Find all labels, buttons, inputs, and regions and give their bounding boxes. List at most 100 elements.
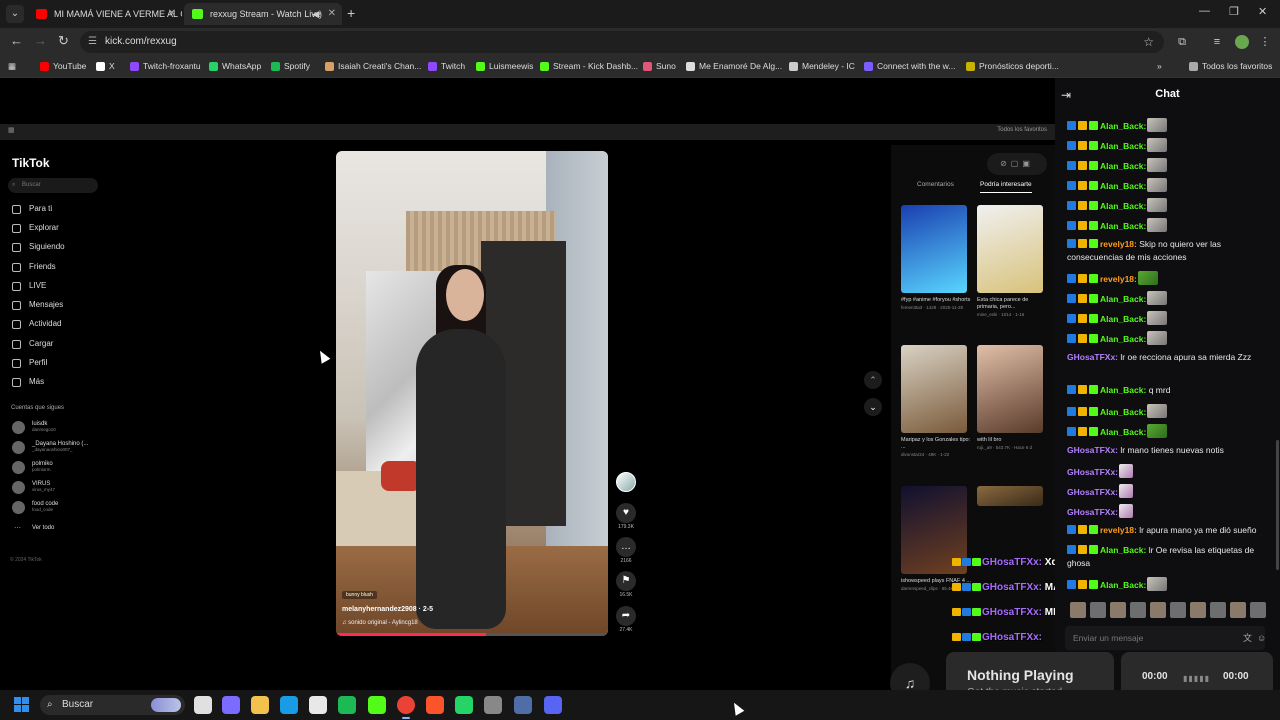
chat-scrollbar[interactable] (1276, 440, 1279, 570)
chat-username[interactable]: Alan_Back: (1100, 427, 1146, 437)
taskbar-search-label: Buscar (62, 699, 94, 710)
back-icon[interactable]: ← (10, 33, 23, 48)
brave-icon[interactable] (426, 696, 444, 714)
chat-username[interactable]: Alan_Back: (1100, 334, 1146, 344)
reload-icon[interactable]: ↻ (58, 33, 69, 49)
new-tab-icon[interactable]: + (347, 5, 355, 21)
chat-username[interactable]: Alan_Back: (1100, 385, 1146, 395)
all-bookmarks-folder[interactable]: Todos los favoritos (1189, 60, 1272, 73)
emote-quick-icon[interactable] (1090, 602, 1106, 618)
chat-username[interactable]: GHosaTFXx: (1067, 487, 1118, 497)
chat-username[interactable]: Alan_Back: (1100, 141, 1146, 151)
emote-quick-icon[interactable] (1110, 602, 1126, 618)
account-avatar (12, 441, 25, 454)
emote-quick-icon[interactable] (1130, 602, 1146, 618)
bookmark-item[interactable]: Stream - Kick Dashb... (540, 60, 638, 73)
tiktok-nav-item: Actividad (12, 319, 61, 329)
chat-username[interactable]: Alan_Back: (1100, 221, 1146, 231)
bookmark-item[interactable]: Suno (643, 60, 676, 73)
bookmark-item[interactable]: Me Enamoré De Alg... (686, 60, 782, 73)
file-manager-icon[interactable] (194, 696, 212, 714)
discord-icon[interactable] (544, 696, 562, 714)
bookmark-item[interactable]: Luismeewis (476, 60, 533, 73)
taskbar-search[interactable]: ⌕ Buscar (40, 695, 185, 715)
kick-icon[interactable] (368, 696, 386, 714)
chat-username[interactable]: GHosaTFXx: (1067, 445, 1118, 455)
chat-input[interactable]: Enviar un mensaje 文 ☺ (1065, 626, 1266, 650)
emote-quick-icon[interactable] (1230, 602, 1246, 618)
bookmark-item[interactable]: X (96, 60, 115, 73)
chat-username[interactable]: Alan_Back: (1100, 294, 1146, 304)
profile-avatar[interactable] (1235, 35, 1249, 49)
chat-username[interactable]: Alan_Back: (1100, 580, 1146, 590)
emote-quick-icon[interactable] (1150, 602, 1166, 618)
more-bookmarks-icon[interactable]: » (1157, 60, 1162, 73)
tab-search-button[interactable]: ⌄ (6, 5, 24, 23)
chat-username[interactable]: GHosaTFXx: (1067, 352, 1118, 362)
edge-icon[interactable] (280, 696, 298, 714)
app-unknown-icon[interactable] (514, 696, 532, 714)
emote-quick-icon[interactable] (1190, 602, 1206, 618)
restore-icon[interactable]: ❐ (1229, 5, 1239, 18)
followed-account: luisdk danmego10 (12, 421, 56, 434)
emote-quick-icon[interactable] (1170, 602, 1186, 618)
chat-username[interactable]: Alan_Back: (1100, 201, 1146, 211)
settings-icon[interactable] (484, 696, 502, 714)
emote-quick-bar (1070, 602, 1270, 620)
chrome-icon[interactable] (397, 696, 415, 714)
bookmark-item[interactable]: Twitch (428, 60, 465, 73)
emote-quick-icon[interactable] (1210, 602, 1226, 618)
chat-username[interactable]: revely18: (1100, 239, 1137, 249)
sub-badge-icon (1089, 181, 1098, 190)
translate-icon[interactable]: 文 (1243, 626, 1252, 650)
chat-username[interactable]: revely18: (1100, 525, 1137, 535)
extensions-icon[interactable]: ⧉ (1175, 35, 1189, 49)
close-tab-icon[interactable]: ✕ (168, 3, 176, 25)
browser-tab-youtube[interactable]: MI MAMÁ VIENE A VERME AL C ✕ (28, 3, 182, 25)
close-window-icon[interactable]: ✕ (1258, 5, 1267, 18)
copilot-icon[interactable] (222, 696, 240, 714)
chat-username[interactable]: Alan_Back: (1100, 314, 1146, 324)
emote-quick-icon[interactable] (1070, 602, 1086, 618)
media-control-icon[interactable]: ≡ (1210, 35, 1224, 49)
bookmark-item[interactable]: YouTube (40, 60, 86, 73)
browser-tab-kick[interactable]: rexxug Stream - Watch Live ◀) ✕ (184, 3, 342, 25)
menu-kebab-icon[interactable]: ⋮ (1258, 35, 1272, 49)
forward-icon[interactable]: → (34, 33, 47, 48)
bookmark-item[interactable]: Connect with the w... (864, 60, 955, 73)
folder-icon[interactable] (251, 696, 269, 714)
store-icon[interactable] (309, 696, 327, 714)
bookmark-item[interactable]: Pronósticos deporti... (966, 60, 1059, 73)
badge-icon (962, 608, 971, 616)
tiktok-nav-item: Friends (12, 262, 56, 272)
whatsapp-icon[interactable] (455, 696, 473, 714)
chat-username[interactable]: Alan_Back: (1100, 407, 1146, 417)
chat-username[interactable]: Alan_Back: (1100, 161, 1146, 171)
action-count: 2166 (620, 558, 632, 564)
spotify-icon[interactable] (338, 696, 356, 714)
site-info-icon[interactable]: ☰ (88, 31, 97, 53)
address-bar[interactable]: ☰ kick.com/rexxug ☆ (80, 31, 1164, 53)
bookmark-item[interactable]: Twitch-froxantu (130, 60, 201, 73)
speaker-icon[interactable]: ◀) (312, 3, 322, 25)
chat-username[interactable]: Alan_Back: (1100, 121, 1146, 131)
chat-username[interactable]: GHosaTFXx: (1067, 467, 1118, 477)
bookmark-item[interactable]: Mendeley - IC (789, 60, 855, 73)
close-tab-icon[interactable]: ✕ (328, 3, 336, 25)
sub-badge-icon (1089, 427, 1098, 436)
chat-username[interactable]: revely18: (1100, 274, 1137, 284)
bookmark-item[interactable]: Spotify (271, 60, 310, 73)
bookmark-star-icon[interactable]: ☆ (1143, 31, 1154, 53)
bookmark-item[interactable]: WhatsApp (209, 60, 261, 73)
chat-message-list[interactable]: Alan_Back: Alan_Back: Alan_Back: Alan_Back:… (1055, 114, 1276, 634)
bookmark-item[interactable]: Isaiah Creati's Chan... (325, 60, 421, 73)
chat-username[interactable]: Alan_Back: (1100, 181, 1146, 191)
windows-start-icon[interactable] (14, 697, 30, 713)
chat-username[interactable]: Alan_Back: (1100, 545, 1146, 555)
apps-grid-icon[interactable]: ▦ (8, 60, 16, 73)
minimize-icon[interactable]: — (1199, 5, 1210, 17)
crown-badge-icon (1078, 580, 1087, 589)
emote-quick-icon[interactable] (1250, 602, 1266, 618)
chat-username[interactable]: GHosaTFXx: (1067, 507, 1118, 517)
emote-picker-icon[interactable]: ☺ (1257, 626, 1266, 650)
